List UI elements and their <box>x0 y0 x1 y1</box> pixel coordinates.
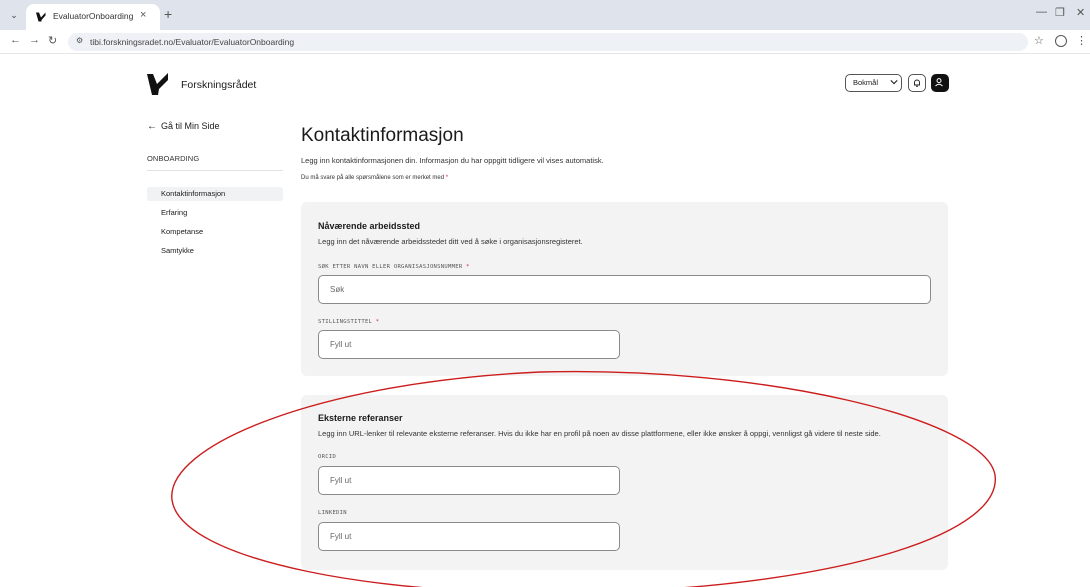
forskningsradet-favicon-icon <box>36 12 46 22</box>
page-title: Kontaktinformasjon <box>301 125 464 146</box>
new-tab-icon[interactable]: + <box>164 6 172 22</box>
sidebar-divider <box>147 170 283 171</box>
forward-arrow-icon[interactable]: → <box>29 34 40 46</box>
job-title-input[interactable] <box>318 330 620 359</box>
back-arrow-icon[interactable]: ← <box>10 34 21 46</box>
required-note-text: Du må svare på alle spørsmålene som er m… <box>301 175 445 181</box>
browser-toolbar: ← → ↻ ⚙ tibi.forskningsradet.no/Evaluato… <box>0 30 1090 54</box>
address-bar[interactable]: ⚙ tibi.forskningsradet.no/Evaluator/Eval… <box>68 33 1028 51</box>
tab-title: EvaluatorOnboarding <box>53 11 134 21</box>
external-references-card: Eksterne referanser Legg inn URL-lenker … <box>301 395 948 570</box>
chevron-down-icon <box>890 80 898 85</box>
url-text: tibi.forskningsradet.no/Evaluator/Evalua… <box>90 37 295 47</box>
sidebar-item-kontaktinformasjon[interactable]: Kontaktinformasjon <box>147 187 283 201</box>
references-description: Legg inn URL-lenker til relevante ekster… <box>318 429 881 438</box>
browser-tab-bar: ⌄ EvaluatorOnboarding × + — ❐ ✕ <box>0 0 1090 30</box>
user-icon <box>935 78 943 87</box>
orcid-label: ORCID <box>318 454 337 460</box>
page-intro: Legg inn kontaktinformasjonen din. Infor… <box>301 156 604 165</box>
sidebar-item-label: Kompetanse <box>161 227 204 236</box>
reload-icon[interactable]: ↻ <box>48 34 57 47</box>
browser-tab[interactable]: EvaluatorOnboarding × <box>26 4 160 30</box>
close-window-icon[interactable]: ✕ <box>1076 6 1085 19</box>
tab-list-chevron-icon[interactable]: ⌄ <box>6 8 22 22</box>
sidebar-item-label: Samtykke <box>161 246 194 255</box>
required-asterisk: * <box>466 264 470 270</box>
back-to-my-page-link[interactable]: ← Gå til Min Side <box>147 121 220 132</box>
forskningsradet-logo-icon[interactable] <box>146 72 170 96</box>
orcid-input[interactable] <box>318 466 620 495</box>
profile-icon[interactable] <box>1055 35 1067 47</box>
tab-close-icon[interactable]: × <box>140 9 146 21</box>
sidebar-section-title: ONBOARDING <box>147 154 200 163</box>
sidebar-item-label: Kontaktinformasjon <box>161 189 226 198</box>
required-note: Du må svare på alle spørsmålene som er m… <box>301 175 448 181</box>
workplace-description: Legg inn det nåværende arbeidsstedet dit… <box>318 237 583 246</box>
language-select[interactable]: Bokmål <box>845 74 902 92</box>
back-link-label: Gå til Min Side <box>161 121 220 131</box>
required-asterisk: * <box>375 319 380 325</box>
bookmark-star-icon[interactable]: ☆ <box>1034 34 1044 47</box>
linkedin-input[interactable] <box>318 522 620 551</box>
required-asterisk: * <box>445 175 449 181</box>
site-settings-icon[interactable]: ⚙ <box>76 36 83 45</box>
sidebar-item-kompetanse[interactable]: Kompetanse <box>147 225 283 239</box>
sidebar-item-erfaring[interactable]: Erfaring <box>147 206 283 220</box>
user-menu-button[interactable] <box>931 74 949 92</box>
sidebar-item-samtykke[interactable]: Samtykke <box>147 244 283 258</box>
arrow-left-icon: ← <box>147 121 157 132</box>
brand-name[interactable]: Forskningsrådet <box>181 79 256 91</box>
language-selected: Bokmål <box>853 78 879 87</box>
browser-menu-icon[interactable]: ⋮ <box>1076 34 1087 47</box>
notifications-button[interactable] <box>908 74 926 92</box>
minimize-icon[interactable]: — <box>1036 6 1047 18</box>
restore-icon[interactable]: ❐ <box>1055 6 1065 19</box>
workplace-title: Nåværende arbeidssted <box>318 221 421 231</box>
bell-icon <box>914 79 920 87</box>
linkedin-label: LINKEDIN <box>318 510 347 516</box>
job-title-label: STILLINGSTITTEL * <box>318 319 380 325</box>
references-title: Eksterne referanser <box>318 413 403 423</box>
sidebar-item-label: Erfaring <box>161 208 188 217</box>
org-search-label: SØK ETTER NAVN ELLER ORGANISASJONSNUMMER… <box>318 264 470 270</box>
workplace-card: Nåværende arbeidssted Legg inn det nåvær… <box>301 202 948 376</box>
org-search-input[interactable] <box>318 275 931 304</box>
